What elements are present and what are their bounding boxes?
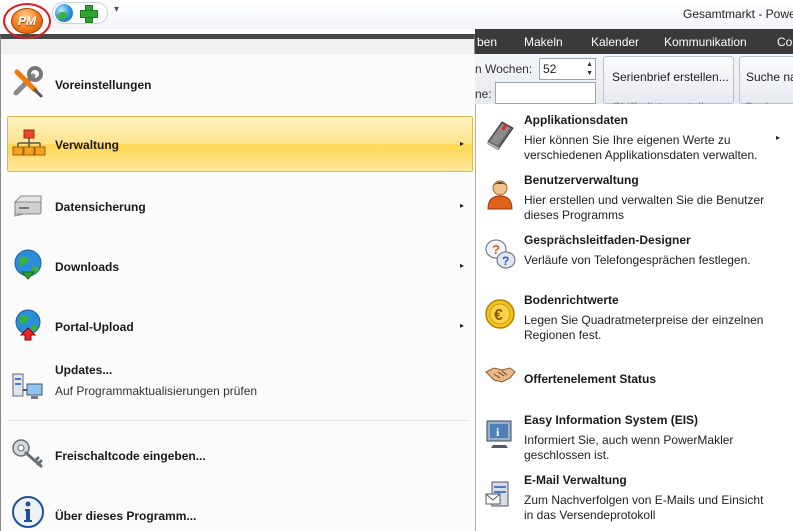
menu-item-label: Downloads (55, 260, 120, 274)
menu-item-portal-upload[interactable]: Portal-Upload ▸ (1, 296, 475, 356)
menu-item-freischaltcode[interactable]: Freischaltcode eingeben... (1, 424, 475, 484)
submenu-item-desc-line-1: Hier erstellen und verwalten Sie die Ben… (524, 193, 765, 207)
submenu-item-benutzerverwaltung[interactable]: Benutzerverwaltung Hier erstellen und ve… (476, 164, 793, 224)
weeks-label: n Wochen: (475, 62, 533, 76)
submenu-item-gespraechsleitfaden[interactable]: ? ? Gesprächsleitfaden-Designer Verläufe… (476, 224, 793, 284)
add-icon[interactable] (79, 4, 98, 23)
menu-item-label: Datensicherung (55, 200, 146, 214)
submenu-item-title: Gesprächsleitfaden-Designer (524, 233, 691, 247)
submenu-item-eis[interactable]: i Easy Information System (EIS) Informie… (476, 404, 793, 464)
submenu-item-desc-line-2: geschlossen ist. (524, 448, 610, 462)
globe-download-icon (14, 249, 42, 280)
second-label: ne: (475, 87, 492, 101)
euro-coin-icon: € (485, 299, 515, 329)
handshake-icon (485, 367, 516, 383)
network-update-icon (12, 373, 43, 399)
submenu-item-title: Applikationsdaten (524, 113, 629, 127)
mail-server-icon (485, 481, 509, 507)
tab-co[interactable]: Co (777, 35, 792, 49)
verwaltung-submenu: Applikationsdaten Hier können Sie Ihre e… (475, 104, 793, 531)
customize-qat-dropdown[interactable]: ▾ (114, 4, 119, 15)
menu-item-verwaltung[interactable]: Verwaltung ▸ (7, 116, 473, 172)
tab-makeln[interactable]: Makeln (524, 35, 563, 49)
app-menu-left-pane: Voreinstellungen Verwaltung ▸ Datensiche… (1, 54, 475, 531)
tab-kalender[interactable]: Kalender (591, 35, 639, 49)
menu-divider (7, 420, 469, 421)
wrench-screwdriver-icon (13, 66, 43, 98)
menu-item-voreinstellungen[interactable]: Voreinstellungen (1, 54, 475, 114)
title-bar: ▾ Gesamtmarkt - Powe (0, 0, 793, 29)
menu-item-downloads[interactable]: Downloads ▸ (1, 236, 475, 296)
submenu-item-title: Easy Information System (EIS) (524, 413, 699, 427)
submenu-item-desc-line-2: verschiedenen Applikationsdaten verwalte… (524, 148, 758, 162)
globe-upload-icon (15, 309, 41, 341)
submenu-item-title: E-Mail Verwaltung (524, 473, 627, 487)
menu-item-updates[interactable]: Updates... Auf Programmaktualisierungen … (1, 356, 475, 414)
application-menu: Voreinstellungen Verwaltung ▸ Datensiche… (0, 34, 475, 531)
submenu-arrow-icon: ▸ (460, 139, 465, 148)
drive-icon (14, 195, 42, 217)
quick-access-toolbar (52, 2, 108, 24)
ribbon-tab-bar: ben Makeln Kalender Kommunikation Co (475, 29, 793, 54)
book-icon (487, 121, 514, 150)
app-menu-button[interactable]: PM (3, 3, 51, 39)
svg-text:?: ? (502, 254, 509, 268)
weeks-stepper[interactable]: 52 ▲ ▼ (539, 58, 596, 80)
user-icon (487, 180, 513, 210)
suche-label: Suche na (746, 70, 793, 84)
submenu-item-desc-line-1: Informiert Sie, auch wenn PowerMakler (524, 433, 734, 447)
monitor-info-icon: i (486, 420, 512, 448)
submenu-arrow-icon: ▸ (460, 261, 465, 270)
submenu-item-applikationsdaten[interactable]: Applikationsdaten Hier können Sie Ihre e… (476, 104, 793, 164)
globe-icon[interactable] (55, 4, 73, 22)
menu-item-description: Auf Programmaktualisierungen prüfen (55, 384, 258, 398)
submenu-arrow-icon: ▸ (460, 201, 465, 210)
question-bubbles-icon: ? ? (485, 239, 516, 269)
submenu-item-title: Offertenelement Status (524, 372, 657, 386)
submenu-item-desc-line-2: Regionen fest. (524, 328, 602, 342)
menu-item-label: Portal-Upload (55, 320, 134, 334)
submenu-item-title: Benutzerverwaltung (524, 173, 639, 187)
info-icon (12, 496, 44, 528)
svg-text:€: € (494, 307, 503, 324)
submenu-item-desc-line-1: Zum Nachverfolgen von E-Mails und Einsic… (524, 493, 764, 507)
submenu-arrow-icon: ▸ (776, 133, 781, 142)
submenu-item-desc-line-1: Hier können Sie Ihre eigenen Werte zu (524, 133, 731, 147)
key-icon (12, 439, 43, 468)
submenu-item-offertenelement-status[interactable]: Offertenelement Status (476, 344, 793, 404)
submenu-item-email-verwaltung[interactable]: E-Mail Verwaltung Zum Nachverfolgen von … (476, 464, 793, 524)
weeks-value: 52 (543, 62, 557, 76)
menu-item-label: Updates... (55, 363, 113, 377)
menu-item-datensicherung[interactable]: Datensicherung ▸ (1, 176, 475, 236)
suche-button[interactable]: Suche na (739, 56, 793, 104)
menu-item-label: Voreinstellungen (55, 78, 152, 92)
stepper-arrows-icon[interactable]: ▲ ▼ (586, 60, 593, 78)
submenu-item-desc-line-1: Verläufe von Telefongesprächen festlegen… (524, 253, 751, 267)
submenu-item-desc-line-2: in das Versendeprotokoll (524, 508, 656, 522)
menu-item-about[interactable]: Über dieses Programm... (1, 484, 475, 531)
submenu-item-desc-line-1: Legen Sie Quadratmeterpreise der einzeln… (524, 313, 764, 327)
menu-item-label: Freischaltcode eingeben... (55, 449, 206, 463)
window-title: Gesamtmarkt - Powe (683, 7, 793, 21)
ribbon-text-input[interactable] (495, 82, 596, 104)
submenu-item-bodenrichtwerte[interactable]: € Bodenrichtwerte Legen Sie Quadratmeter… (476, 284, 793, 344)
menu-item-label: Verwaltung (55, 138, 120, 152)
submenu-arrow-icon: ▸ (460, 321, 465, 330)
org-chart-icon (12, 129, 46, 156)
tab-kommunikation[interactable]: Kommunikation (664, 35, 747, 49)
menu-item-label: Über dieses Programm... (55, 509, 197, 523)
submenu-item-desc-line-2: dieses Programms (524, 208, 625, 222)
serienbrief-label: Serienbrief erstellen... (612, 70, 729, 84)
app-logo-icon: PM (11, 8, 43, 34)
tab-partial[interactable]: ben (477, 35, 497, 49)
serienbrief-button[interactable]: Serienbrief erstellen... (603, 56, 734, 104)
submenu-item-title: Bodenrichtwerte (524, 293, 619, 307)
